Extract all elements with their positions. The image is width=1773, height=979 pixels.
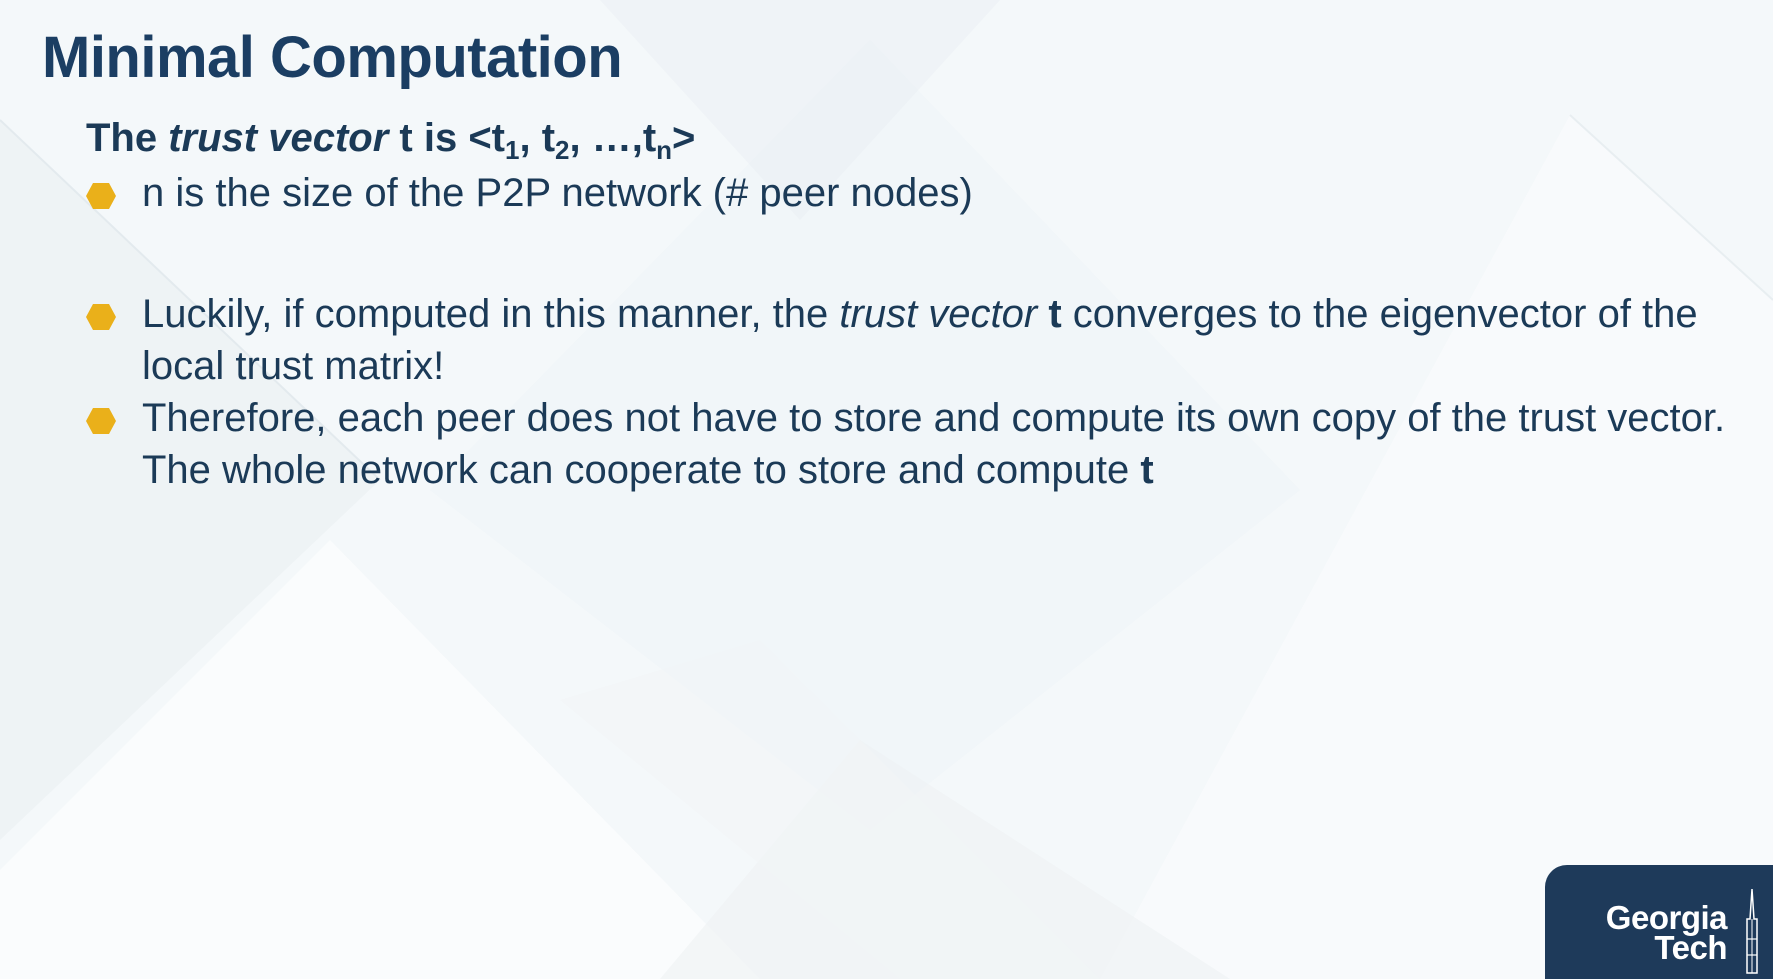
bullet-convergence: Luckily, if computed in this manner, the… [86, 288, 1742, 392]
heading-italic-term: trust vector [168, 116, 389, 160]
georgia-tech-logo: Georgia Tech [1545, 865, 1773, 979]
hexagon-bullet-icon [86, 304, 116, 330]
bullet-bold-t: t [1140, 448, 1154, 492]
heading-sub-2: 2 [555, 135, 570, 165]
heading-mid-2: , …,t [569, 116, 657, 160]
bullet-text: n is the size of the P2P network (# peer… [142, 171, 973, 215]
heading-prefix: The [86, 116, 169, 160]
bullet-network-size: n is the size of the P2P network (# peer… [86, 167, 1742, 219]
heading-sub-1: 1 [505, 135, 520, 165]
hexagon-bullet-icon [86, 408, 116, 434]
tech-tower-icon [1746, 889, 1758, 974]
bullet-text: Luckily, if computed in this manner, the… [142, 288, 1742, 392]
heading-vector-def: t is <t [388, 116, 505, 160]
bullet-text: Therefore, each peer does not have to st… [142, 392, 1742, 496]
slide-title: Minimal Computation [42, 25, 623, 90]
heading-sub-n: n [656, 135, 673, 165]
heading-suffix: > [672, 116, 696, 160]
hexagon-bullet-icon [86, 183, 116, 209]
bullet-text-part1: Therefore, each peer does not have to st… [142, 396, 1726, 492]
trust-vector-heading: The trust vector t is <t1, t2, …,tn> [86, 116, 696, 163]
bullet-cooperation: Therefore, each peer does not have to st… [86, 392, 1742, 496]
logo-line-tech: Tech [1654, 929, 1727, 966]
heading-mid-1: , t [519, 116, 556, 160]
bullet-italic-term: trust vector [839, 292, 1038, 336]
bullet-bold-t: t [1048, 292, 1062, 336]
bullet-text-part1: Luckily, if computed in this manner, the [142, 292, 840, 336]
